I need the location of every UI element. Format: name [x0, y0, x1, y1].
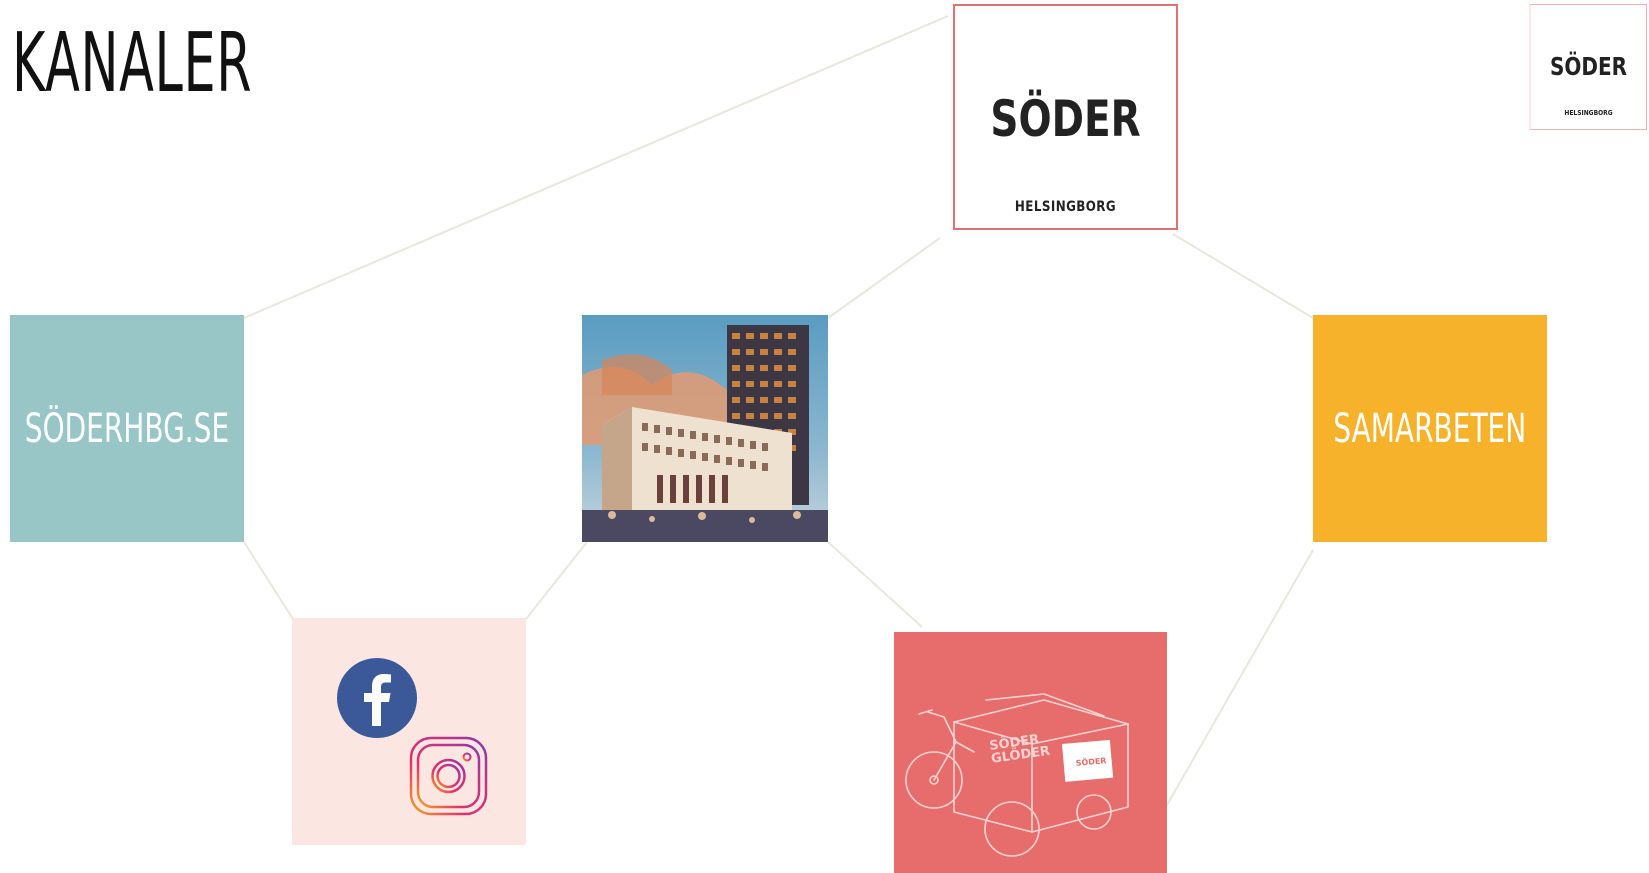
- connector-collab-to-bike: [1166, 549, 1314, 806]
- connector-building-to-bike: [827, 541, 923, 628]
- logo-thumbnail-wordmark: SÖDER: [1549, 52, 1628, 81]
- connector-web-to-social: [243, 541, 294, 620]
- building-illustration-node[interactable]: [582, 315, 828, 542]
- cargo-bike-node[interactable]: SÖDER GLÖDER SÖDER: [894, 632, 1167, 873]
- logo-subtitle: HELSINGBORG: [1014, 199, 1117, 215]
- connector-building-to-social: [525, 541, 588, 620]
- facebook-icon[interactable]: [337, 658, 417, 738]
- connector-logo-to-collab: [1172, 233, 1314, 319]
- cargo-bike-illustration: SÖDER GLÖDER SÖDER: [905, 693, 1129, 857]
- social-media-node[interactable]: [292, 618, 526, 845]
- connector-logo-to-web: [243, 15, 949, 319]
- logo-thumbnail-subtitle: HELSINGBORG: [1564, 109, 1613, 117]
- soder-logo-thumbnail[interactable]: SÖDER HELSINGBORG: [1529, 4, 1647, 130]
- page-title: KANALER: [12, 16, 253, 111]
- soder-logo-node[interactable]: SÖDER HELSINGBORG: [953, 4, 1178, 230]
- logo-wordmark: SÖDER: [990, 90, 1141, 148]
- building-illustration: [582, 315, 828, 542]
- collaborations-node[interactable]: SAMARBETEN: [1313, 315, 1547, 542]
- website-node[interactable]: SÖDERHBG.SE: [10, 315, 244, 542]
- collaborations-label: SAMARBETEN: [1333, 405, 1527, 452]
- instagram-icon[interactable]: [409, 736, 488, 816]
- connector-logo-to-building: [827, 237, 941, 319]
- website-label: SÖDERHBG.SE: [24, 405, 230, 452]
